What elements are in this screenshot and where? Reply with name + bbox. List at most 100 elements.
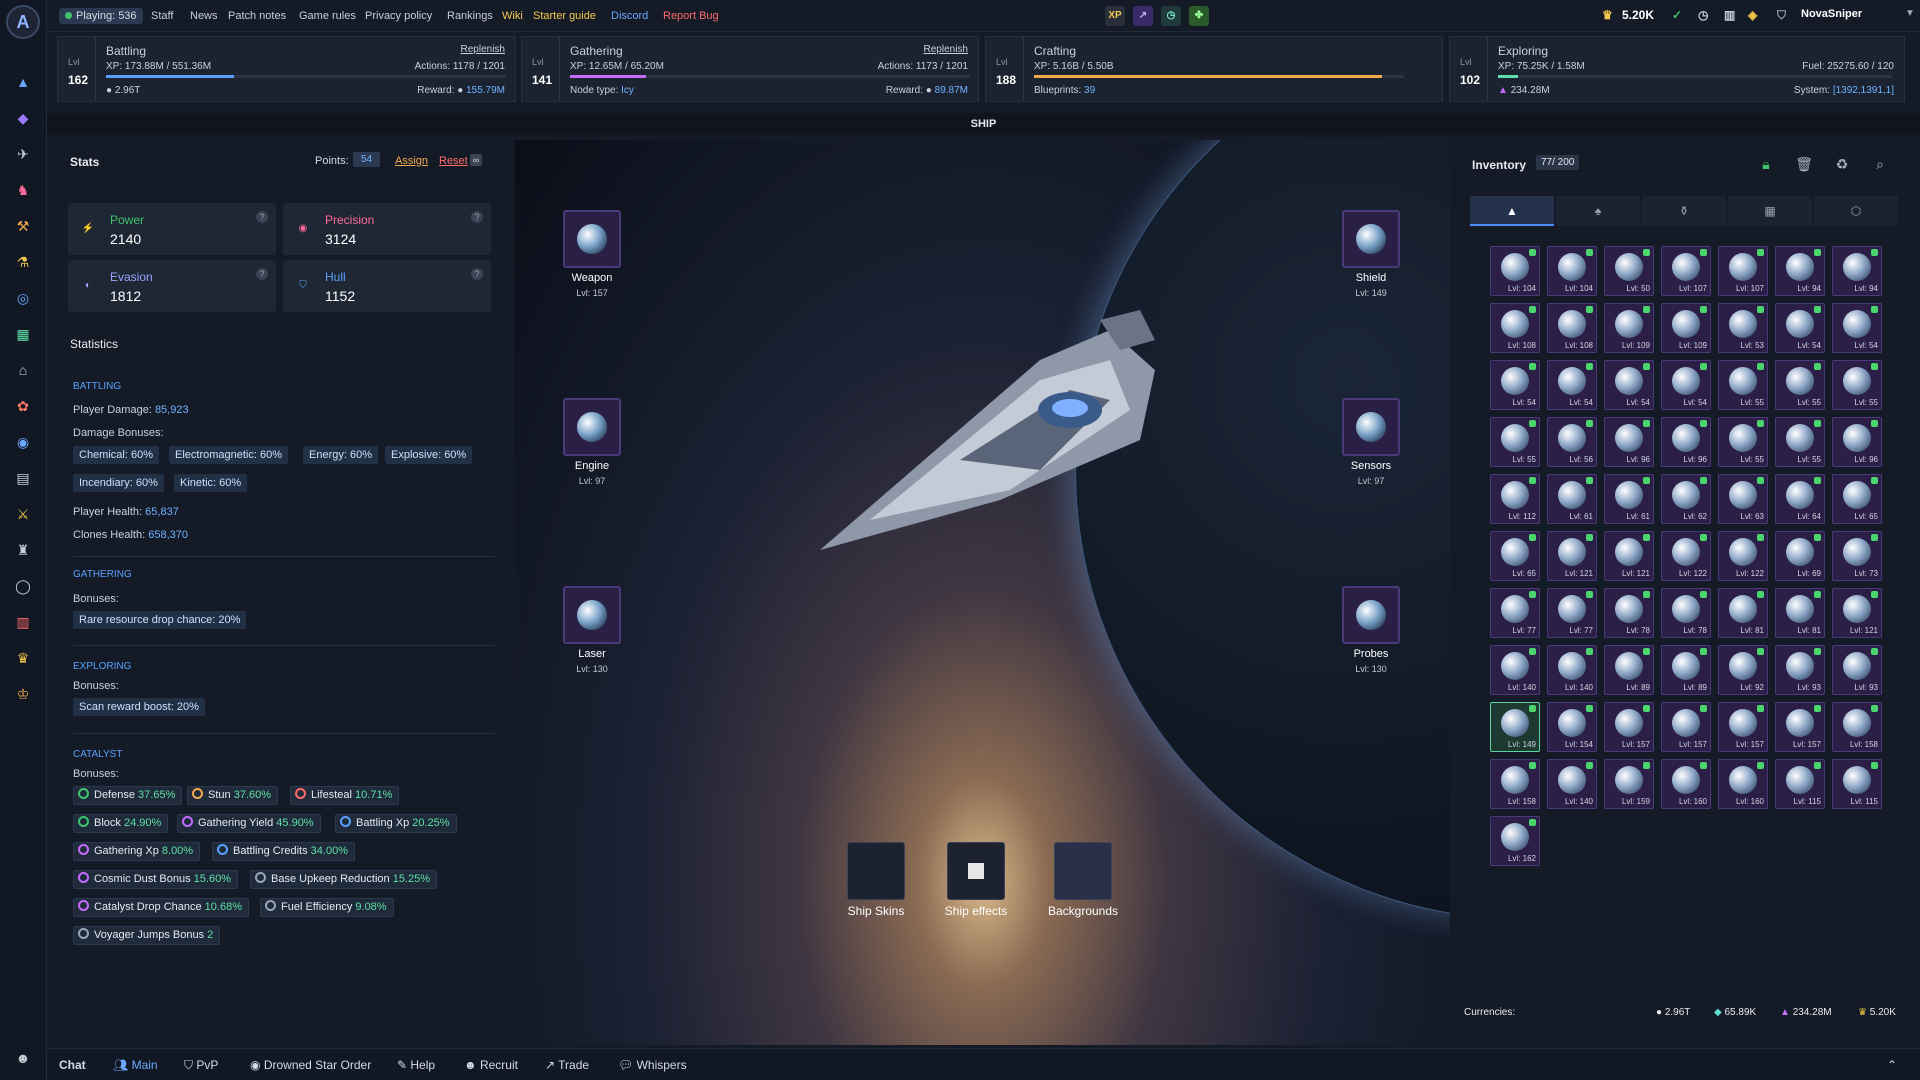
- skill-exploring[interactable]: Lvl 102 Exploring XP: 75.25K / 1.58M Fuel…: [1449, 36, 1905, 102]
- stat-hull[interactable]: ⛉ Hull 1152?: [283, 260, 491, 312]
- nav-discord[interactable]: Discord: [611, 10, 648, 22]
- inventory-item[interactable]: Lvl: 140: [1547, 645, 1597, 695]
- replenish-link[interactable]: Replenish: [924, 44, 968, 55]
- hammer-icon[interactable]: ⚒: [11, 214, 35, 238]
- help-icon[interactable]: ?: [471, 211, 483, 223]
- ship-icon[interactable]: ▲: [11, 70, 35, 94]
- inventory-item[interactable]: Lvl: 78: [1661, 588, 1711, 638]
- rocket-icon[interactable]: ✈: [11, 142, 35, 166]
- inventory-item[interactable]: Lvl: 115: [1832, 759, 1882, 809]
- portal-icon[interactable]: ◯: [11, 574, 35, 598]
- replenish-link[interactable]: Replenish: [461, 44, 505, 55]
- inventory-item[interactable]: Lvl: 63: [1718, 474, 1768, 524]
- help-icon[interactable]: ?: [471, 268, 483, 280]
- nav-report-bug[interactable]: Report Bug: [663, 10, 719, 22]
- stat-precision[interactable]: ◉ Precision 3124?: [283, 203, 491, 255]
- backgrounds-button[interactable]: [1054, 842, 1112, 900]
- paw-icon[interactable]: ✿: [11, 394, 35, 418]
- inventory-item[interactable]: Lvl: 62: [1661, 474, 1711, 524]
- inventory-item[interactable]: Lvl: 61: [1547, 474, 1597, 524]
- inventory-item[interactable]: Lvl: 54: [1604, 360, 1654, 410]
- inventory-item[interactable]: Lvl: 96: [1661, 417, 1711, 467]
- inventory-item[interactable]: Lvl: 61: [1604, 474, 1654, 524]
- nav-patch-notes[interactable]: Patch notes: [228, 10, 286, 22]
- skill-battling[interactable]: Lvl 162 Battling Replenish XP: 173.88M / …: [57, 36, 516, 102]
- reset-button[interactable]: Reset: [439, 155, 468, 167]
- inventory-item[interactable]: Lvl: 158: [1832, 702, 1882, 752]
- inventory-item[interactable]: Lvl: 89: [1604, 645, 1654, 695]
- inventory-item[interactable]: Lvl: 160: [1718, 759, 1768, 809]
- tab-resources[interactable]: ▦: [1728, 196, 1812, 226]
- inventory-item[interactable]: Lvl: 89: [1661, 645, 1711, 695]
- username[interactable]: NovaSniper: [1801, 8, 1862, 20]
- inventory-item[interactable]: Lvl: 158: [1490, 759, 1540, 809]
- inventory-item[interactable]: Lvl: 65: [1490, 531, 1540, 581]
- inventory-item[interactable]: Lvl: 54: [1547, 360, 1597, 410]
- shield-slot[interactable]: [1342, 210, 1400, 268]
- inventory-item[interactable]: Lvl: 55: [1775, 360, 1825, 410]
- help-icon[interactable]: ?: [256, 211, 268, 223]
- inventory-item[interactable]: Lvl: 54: [1661, 360, 1711, 410]
- inventory-item[interactable]: Lvl: 96: [1832, 417, 1882, 467]
- inventory-item[interactable]: Lvl: 50: [1604, 246, 1654, 296]
- inventory-item[interactable]: Lvl: 121: [1604, 531, 1654, 581]
- inventory-item[interactable]: Lvl: 121: [1547, 531, 1597, 581]
- cube-icon[interactable]: ◆: [11, 106, 35, 130]
- help-icon[interactable]: ?: [256, 268, 268, 280]
- inventory-item[interactable]: Lvl: 93: [1775, 645, 1825, 695]
- chevron-down-icon[interactable]: ▼: [1905, 8, 1915, 19]
- nav-rankings[interactable]: Rankings: [447, 10, 493, 22]
- tab-ships[interactable]: ▲: [1470, 196, 1554, 226]
- stat-power[interactable]: ⚡ Power 2140?: [68, 203, 276, 255]
- laser-slot[interactable]: [563, 586, 621, 644]
- sensors-slot[interactable]: [1342, 398, 1400, 456]
- crown-icon[interactable]: ♔: [11, 682, 35, 706]
- inventory-item[interactable]: Lvl: 54: [1775, 303, 1825, 353]
- recycle-icon[interactable]: ♻: [1832, 154, 1852, 174]
- skill-crafting[interactable]: Lvl 188 Crafting XP: 5.16B / 5.50B Bluepr…: [985, 36, 1443, 102]
- chat-tab-pvp[interactable]: ⛉ PvP: [184, 1058, 218, 1073]
- infinity-icon[interactable]: ∞: [470, 154, 482, 166]
- inventory-item[interactable]: Lvl: 64: [1775, 474, 1825, 524]
- search-icon[interactable]: ⌕: [1870, 154, 1890, 174]
- inventory-item[interactable]: Lvl: 108: [1490, 303, 1540, 353]
- xp-boost-icon[interactable]: XP: [1105, 6, 1125, 26]
- lock-icon[interactable]: 🔒︎: [1756, 154, 1776, 174]
- nav-news[interactable]: News: [190, 10, 218, 22]
- chess-icon[interactable]: ♜: [11, 538, 35, 562]
- inventory-item[interactable]: Lvl: 122: [1661, 531, 1711, 581]
- inventory-item[interactable]: Lvl: 104: [1547, 246, 1597, 296]
- chat-tab-help[interactable]: ✎ Help: [397, 1058, 435, 1072]
- nav-starter-guide[interactable]: Starter guide: [533, 10, 596, 22]
- clover-boost-icon[interactable]: ✤: [1189, 6, 1209, 26]
- inventory-item[interactable]: Lvl: 122: [1718, 531, 1768, 581]
- shop-icon[interactable]: ▥: [11, 610, 35, 634]
- inventory-item[interactable]: Lvl: 160: [1661, 759, 1711, 809]
- inventory-item[interactable]: Lvl: 159: [1604, 759, 1654, 809]
- creature-icon[interactable]: ♞: [11, 178, 35, 202]
- inventory-item[interactable]: Lvl: 149: [1490, 702, 1540, 752]
- inventory-item[interactable]: Lvl: 104: [1490, 246, 1540, 296]
- inventory-item[interactable]: Lvl: 109: [1661, 303, 1711, 353]
- trash-icon[interactable]: 🗑︎: [1794, 154, 1814, 174]
- inventory-item[interactable]: Lvl: 55: [1718, 360, 1768, 410]
- engine-slot[interactable]: [563, 398, 621, 456]
- eye-icon[interactable]: ◉: [11, 430, 35, 454]
- ship-skins-button[interactable]: [847, 842, 905, 900]
- chat-tab-recruit[interactable]: ☻ Recruit: [464, 1058, 518, 1072]
- inventory-item[interactable]: Lvl: 157: [1604, 702, 1654, 752]
- inventory-item[interactable]: Lvl: 96: [1604, 417, 1654, 467]
- inventory-item[interactable]: Lvl: 92: [1718, 645, 1768, 695]
- inventory-item[interactable]: Lvl: 115: [1775, 759, 1825, 809]
- base-icon[interactable]: ⌂: [11, 358, 35, 382]
- bank-icon[interactable]: ▤: [11, 466, 35, 490]
- inventory-item[interactable]: Lvl: 55: [1490, 417, 1540, 467]
- inventory-item[interactable]: Lvl: 54: [1832, 303, 1882, 353]
- flask-icon[interactable]: ⚗: [11, 250, 35, 274]
- chat-tab-trade[interactable]: ↗ Trade: [545, 1058, 589, 1072]
- tab-catalysts[interactable]: ⬡: [1814, 196, 1898, 226]
- bell-icon[interactable]: ◈: [1748, 8, 1757, 22]
- building-icon[interactable]: ▥: [1724, 8, 1735, 22]
- inventory-item[interactable]: Lvl: 94: [1775, 246, 1825, 296]
- ship-effects-button[interactable]: [947, 842, 1005, 900]
